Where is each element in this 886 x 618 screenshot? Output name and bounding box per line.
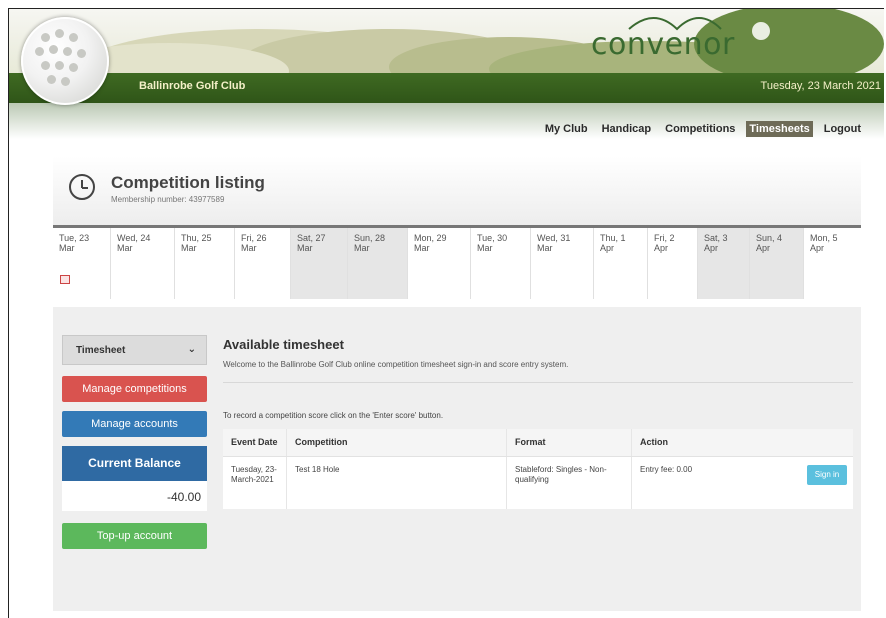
date-month: Apr — [654, 243, 669, 253]
date-tab[interactable]: Wed, 31 Mar — [531, 228, 594, 299]
timesheet-table: Event Date Competition Format Action Tue… — [223, 429, 853, 509]
date-month: Mar — [59, 243, 75, 253]
date-day: Wed, 24 — [117, 233, 151, 243]
date-day: Sun, 28 — [354, 233, 386, 243]
entry-fee: Entry fee: 0.00 — [640, 465, 693, 474]
instruction-text: To record a competition score click on t… — [223, 411, 444, 420]
nav-timesheets[interactable]: Timesheets — [746, 121, 813, 137]
date-tab[interactable]: Sun, 28 Mar — [348, 228, 408, 299]
club-name: Ballinrobe Golf Club — [139, 80, 246, 92]
balance-header: Current Balance — [62, 446, 207, 481]
header-banner: convenor Ballinrobe Golf Club Tuesday, 2… — [9, 9, 884, 139]
manage-competitions-button[interactable]: Manage competitions — [62, 376, 207, 402]
date-day: Tue, 30 — [477, 233, 508, 243]
date-month: Mar — [181, 243, 197, 253]
date-tab[interactable]: Tue, 30 Mar — [471, 228, 531, 299]
date-strip: Tue, 23 Mar Wed, 24 Mar Thu, 25 Mar Fri,… — [53, 225, 861, 299]
nav-handicap[interactable]: Handicap — [599, 121, 655, 137]
date-tab[interactable]: Thu, 25 Mar — [175, 228, 235, 299]
membership-number: Membership number: 43977589 — [111, 195, 225, 204]
topup-button[interactable]: Top-up account — [62, 523, 207, 549]
col-competition: Competition — [287, 429, 507, 456]
nav-logout[interactable]: Logout — [821, 121, 864, 137]
date-tab[interactable]: Wed, 24 Mar — [111, 228, 175, 299]
calendar-icon[interactable] — [60, 275, 70, 284]
cell-competition: Test 18 Hole — [287, 457, 507, 509]
divider — [223, 382, 853, 383]
cell-date: Tuesday, 23-March-2021 — [223, 457, 287, 509]
date-day: Fri, 2 — [654, 233, 675, 243]
course-background — [49, 9, 884, 73]
date-day: Sat, 3 — [704, 233, 728, 243]
nav-my-club[interactable]: My Club — [542, 121, 591, 137]
date-tab[interactable]: Mon, 5 Apr — [804, 228, 861, 299]
date-month: Apr — [756, 243, 771, 253]
date-day: Fri, 26 — [241, 233, 267, 243]
balance-value: -40.00 — [62, 481, 207, 511]
date-tab[interactable]: Fri, 2 Apr — [648, 228, 698, 299]
col-action: Action — [640, 437, 668, 447]
cell-action: Entry fee: 0.00 Sign in — [632, 457, 853, 509]
date-tab[interactable]: Fri, 26 Mar — [235, 228, 291, 299]
date-month: Apr — [810, 243, 825, 253]
date-month: Mar — [477, 243, 493, 253]
view-select[interactable]: Timesheet ⌄ — [62, 335, 207, 365]
date-month: Mar — [354, 243, 370, 253]
cell-format: Stableford: Singles - Non-qualifying — [507, 457, 632, 509]
nav-competitions[interactable]: Competitions — [662, 121, 738, 137]
welcome-text: Welcome to the Ballinrobe Golf Club onli… — [223, 360, 569, 369]
golf-ball-icon — [21, 17, 109, 105]
select-value: Timesheet — [76, 345, 126, 356]
date-day: Thu, 25 — [181, 233, 212, 243]
date-month: Mar — [297, 243, 313, 253]
page-title: Competition listing — [111, 173, 265, 192]
date-day: Mon, 5 — [810, 233, 838, 243]
date-tab[interactable]: Sun, 4 Apr — [750, 228, 804, 299]
main-nav: My Club Handicap Competitions Timesheets… — [542, 121, 864, 137]
current-date: Tuesday, 23 March 2021 — [760, 80, 881, 92]
section-title: Available timesheet — [223, 337, 344, 352]
col-event-date: Event Date — [223, 429, 287, 456]
manage-accounts-button[interactable]: Manage accounts — [62, 411, 207, 437]
table-row: Tuesday, 23-March-2021 Test 18 Hole Stab… — [223, 457, 853, 509]
col-format: Format — [507, 429, 632, 456]
app-frame: convenor Ballinrobe Golf Club Tuesday, 2… — [8, 8, 884, 618]
date-month: Apr — [704, 243, 719, 253]
date-tab[interactable]: Sat, 27 Mar — [291, 228, 348, 299]
date-day: Wed, 31 — [537, 233, 571, 243]
date-day: Sat, 27 — [297, 233, 326, 243]
date-month: Mar — [414, 243, 430, 253]
date-tab[interactable]: Tue, 23 Mar — [53, 228, 111, 299]
sign-in-button[interactable]: Sign in — [807, 465, 847, 485]
date-day: Thu, 1 — [600, 233, 626, 243]
date-month: Mar — [117, 243, 133, 253]
date-tab[interactable]: Mon, 29 Mar — [408, 228, 471, 299]
date-month: Mar — [241, 243, 257, 253]
chevron-down-icon: ⌄ — [187, 344, 196, 355]
date-day: Tue, 23 — [59, 233, 90, 243]
clock-icon — [69, 174, 95, 200]
date-day: Mon, 29 — [414, 233, 447, 243]
date-month: Apr — [600, 243, 615, 253]
date-day: Sun, 4 — [756, 233, 783, 243]
date-tab[interactable]: Sat, 3 Apr — [698, 228, 750, 299]
date-month: Mar — [537, 243, 553, 253]
convenor-logo: convenor — [591, 27, 735, 62]
table-header: Event Date Competition Format Action — [223, 429, 853, 457]
date-tab[interactable]: Thu, 1 Apr — [594, 228, 648, 299]
